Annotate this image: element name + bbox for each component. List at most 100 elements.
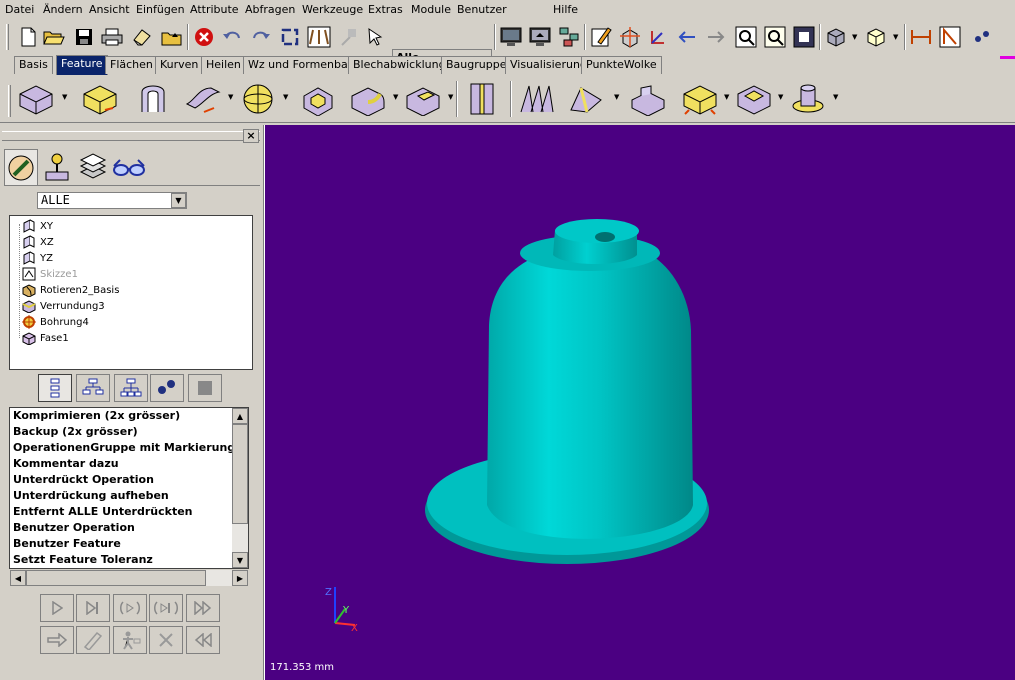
redo-icon[interactable] (249, 25, 273, 49)
pencil-icon[interactable] (76, 626, 110, 654)
menu-attribute[interactable]: Attribute (190, 3, 239, 16)
step-forward-icon[interactable] (76, 594, 110, 622)
list-item[interactable]: Unterdrückung aufheben (13, 489, 169, 505)
arrow-right-icon[interactable] (40, 626, 74, 654)
tab-basis[interactable]: Basis (14, 56, 53, 74)
menu-benutzer[interactable]: Benutzer (457, 3, 507, 16)
constraint-icon[interactable] (307, 25, 331, 49)
menu-aendern[interactable]: Ändern (43, 3, 83, 16)
step-bracket-icon[interactable] (149, 594, 183, 622)
sphere-icon[interactable] (238, 79, 278, 119)
scroll-thumb[interactable] (232, 424, 248, 524)
delete-x-icon[interactable] (149, 626, 183, 654)
tab-baugruppe[interactable]: Baugruppe (441, 56, 512, 74)
play-icon[interactable] (40, 594, 74, 622)
fillet-icon[interactable] (348, 79, 388, 119)
menu-einfuegen[interactable]: Einfügen (136, 3, 185, 16)
bell-part-model[interactable]: X Y Z (265, 125, 1015, 680)
tree-item[interactable]: Fase1 (22, 330, 69, 346)
zoom-window-icon[interactable] (734, 25, 758, 49)
tab-flaechen[interactable]: Flächen (105, 56, 158, 74)
rewind-icon[interactable] (186, 626, 220, 654)
revolve-icon[interactable] (133, 79, 173, 119)
list-item[interactable]: OperationenGruppe mit Markierung (13, 441, 235, 457)
chamfer-icon[interactable] (403, 79, 443, 119)
panel-close-button[interactable]: × (243, 129, 259, 143)
tab-kurven[interactable]: Kurven (155, 56, 204, 74)
open-folder-icon[interactable] (42, 25, 66, 49)
menu-werkzeuge[interactable]: Werkzeuge (302, 3, 363, 16)
list-item[interactable]: Benutzer Feature (13, 537, 121, 553)
cancel-icon[interactable] (192, 25, 216, 49)
menu-abfragen[interactable]: Abfragen (245, 3, 295, 16)
run-operation-icon[interactable] (113, 626, 147, 654)
pad-icon[interactable] (680, 79, 720, 119)
tree-item[interactable]: XY (22, 218, 53, 234)
scroll-left-icon[interactable]: ◀ (10, 570, 26, 586)
boss-icon[interactable] (628, 79, 668, 119)
view-cube-icon[interactable] (824, 25, 848, 49)
layers-tab-icon[interactable] (76, 149, 110, 185)
scroll-thumb[interactable] (26, 570, 206, 586)
shell-icon[interactable] (298, 79, 338, 119)
list-item[interactable]: Unterdrückt Operation (13, 473, 154, 489)
print-icon[interactable] (100, 25, 124, 49)
tab-visualisierung[interactable]: Visualisierung (505, 56, 592, 74)
tab-punktewolke[interactable]: PunkteWolke (581, 56, 662, 74)
fast-forward-icon[interactable] (186, 594, 220, 622)
folder-up-icon[interactable] (160, 25, 184, 49)
pointer-icon[interactable] (364, 25, 388, 49)
operations-vertical-scrollbar[interactable]: ▲ ▼ (232, 408, 248, 568)
tab-blechabwicklung[interactable]: Blechabwicklung (348, 56, 451, 74)
scroll-right-icon[interactable]: ▶ (232, 570, 248, 586)
sweep-icon[interactable] (183, 79, 223, 119)
split-body-icon[interactable] (462, 79, 502, 119)
tree-filter-select[interactable]: ALLE (37, 192, 187, 209)
extrude-icon[interactable] (16, 79, 56, 119)
tree-item[interactable]: Bohrung4 (22, 314, 89, 330)
save-icon[interactable] (72, 25, 96, 49)
play-bracket-icon[interactable] (113, 594, 147, 622)
list-item[interactable]: Setzt Feature Toleranz (13, 553, 153, 569)
scroll-up-icon[interactable]: ▲ (232, 408, 248, 424)
tree-item[interactable]: Skizze1 (22, 266, 78, 282)
glasses-tab-icon[interactable] (112, 149, 146, 185)
tree-item[interactable]: XZ (22, 234, 54, 250)
footprints-icon[interactable] (150, 374, 184, 402)
footprints-icon[interactable] (970, 25, 994, 49)
monitor-shaded-icon[interactable] (528, 25, 552, 49)
joystick-tab-icon[interactable] (40, 149, 74, 185)
list-item[interactable]: Kommentar dazu (13, 457, 119, 473)
zoom-all-icon[interactable] (792, 25, 816, 49)
undo-icon[interactable] (220, 25, 244, 49)
axis-icon[interactable] (646, 25, 670, 49)
list-item[interactable]: Benutzer Operation (13, 521, 135, 537)
menu-ansicht[interactable]: Ansicht (89, 3, 130, 16)
menu-datei[interactable]: Datei (5, 3, 34, 16)
tab-wz-formenbau[interactable]: Wz und Formenbau (243, 56, 360, 74)
zoom-fit-icon[interactable] (763, 25, 787, 49)
hierarchy-view-icon[interactable] (114, 374, 148, 402)
refresh-icon[interactable] (278, 25, 302, 49)
panel-title-bar[interactable] (2, 131, 260, 141)
new-file-icon[interactable] (16, 25, 40, 49)
extrude-arrow-icon[interactable] (80, 79, 120, 119)
scroll-down-icon[interactable]: ▼ (232, 552, 248, 568)
chevron-down-icon[interactable]: ▼ (171, 193, 186, 208)
arrow-left-icon[interactable] (675, 25, 699, 49)
measure-icon[interactable] (909, 25, 933, 49)
wireframe-cube-icon[interactable] (864, 25, 888, 49)
pocket-icon[interactable] (734, 79, 774, 119)
list-item[interactable]: Komprimieren (2x grösser) (13, 409, 180, 425)
eraser-icon[interactable] (130, 25, 154, 49)
tree-item[interactable]: Verrundung3 (22, 298, 105, 314)
menu-extras[interactable]: Extras (368, 3, 403, 16)
tree-view-icon[interactable] (76, 374, 110, 402)
box-arrows-icon[interactable] (618, 25, 642, 49)
operations-horizontal-scrollbar[interactable]: ◀ ▶ (10, 570, 248, 586)
arrow-right-icon[interactable] (704, 25, 728, 49)
tab-heilen[interactable]: Heilen (201, 56, 246, 74)
cylinder-hole-icon[interactable] (788, 79, 828, 119)
list-view-icon[interactable] (38, 374, 72, 402)
tree-item[interactable]: YZ (22, 250, 53, 266)
